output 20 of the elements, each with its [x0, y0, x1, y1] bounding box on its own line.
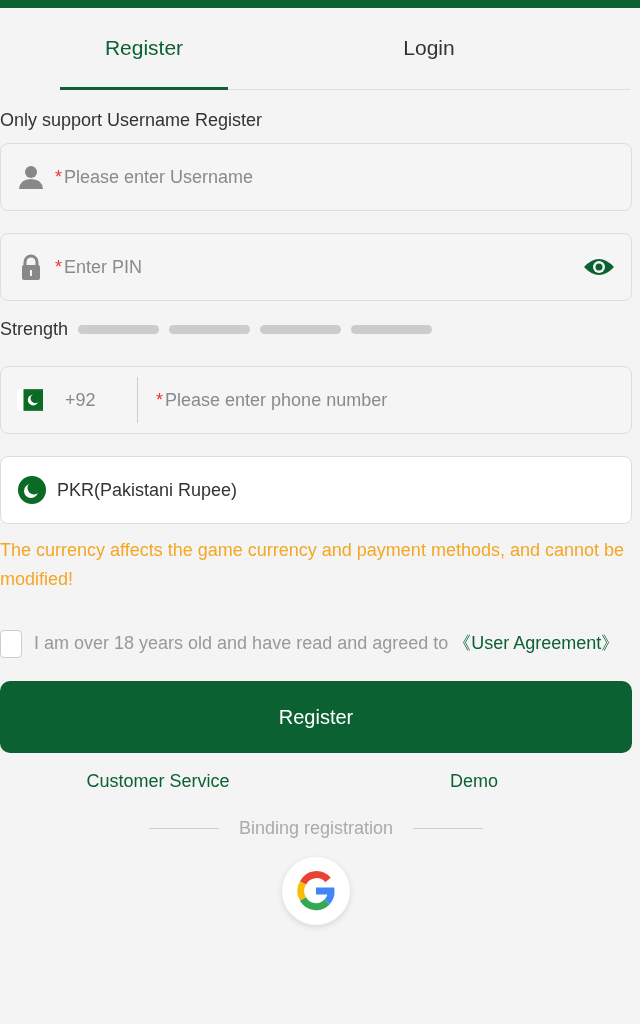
user-agreement-link[interactable]: 《User Agreement》 [453, 633, 620, 653]
user-icon [17, 163, 45, 191]
tab[interactable]: Register [60, 8, 228, 90]
agreement-text: I am over 18 years old and have read and agreed to 《User Agreement》 [34, 632, 620, 655]
username-field[interactable]: *Please enter Username [0, 143, 632, 211]
tab[interactable]: Login [228, 8, 630, 90]
footer-link[interactable]: Demo [450, 771, 498, 792]
phone-field[interactable]: +92 *Please enter phone number [0, 366, 632, 434]
notice-text: Only support Username Register [0, 110, 264, 131]
register-button[interactable]: Register [0, 681, 632, 753]
agreement-checkbox[interactable] [0, 630, 22, 658]
strength-label: Strength [0, 319, 69, 340]
currency-warning: The currency affects the game currency and payment methods, and cannot be modified! [0, 539, 626, 591]
flag-icon [17, 389, 43, 411]
binding-label: Binding registration [238, 818, 394, 839]
flag-icon [17, 475, 47, 505]
pin-field[interactable]: *Enter PIN [0, 233, 632, 301]
footer-link[interactable]: Customer Service [86, 771, 230, 792]
google-login-button[interactable] [282, 857, 350, 925]
currency-select[interactable]: PKR(Pakistani Rupee) [0, 456, 632, 524]
